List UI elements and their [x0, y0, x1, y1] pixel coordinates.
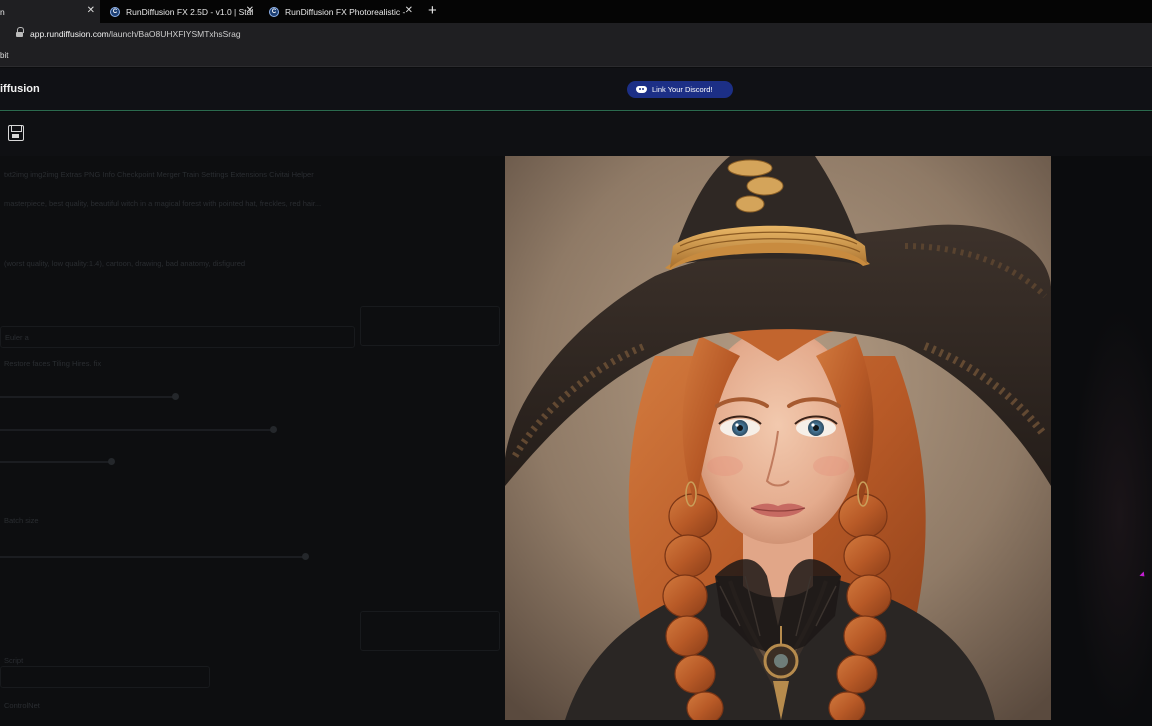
- address-bar[interactable]: app.rundiffusion.com/launch/BaO8UHXFIYSM…: [0, 23, 1152, 45]
- slider-knob: [108, 458, 115, 465]
- slider-knob: [172, 393, 179, 400]
- witch-portrait-image: [505, 156, 1051, 720]
- favicon-icon: C: [110, 6, 120, 17]
- dimmed-right-region: [1051, 156, 1152, 726]
- link-discord-button[interactable]: Link Your Discord!: [627, 81, 733, 98]
- favicon-icon: C: [269, 6, 279, 17]
- app-header: iffusion Link Your Discord!: [0, 68, 1152, 111]
- browser-tabstrip: n ✕ C RunDiffusion FX 2.5D - v1.0 | Stal…: [0, 0, 1152, 23]
- dimmed-script-label: Script: [4, 656, 24, 665]
- dimmed-settings-panel: txt2img img2img Extras PNG Info Checkpoi…: [0, 156, 505, 720]
- dimmed-negative-prompt: (worst quality, low quality:1.4), cartoo…: [4, 259, 246, 268]
- image-viewer-toolbar: [0, 112, 1152, 156]
- url-text[interactable]: app.rundiffusion.com/launch/BaO8UHXFIYSM…: [30, 29, 241, 39]
- tab-title: RunDiffusion FX Photorealistic -: [285, 6, 406, 17]
- slider-knob: [270, 426, 277, 433]
- close-icon[interactable]: ✕: [405, 5, 413, 16]
- brand-logo-text[interactable]: iffusion: [0, 83, 40, 95]
- dimmed-slider: [0, 553, 309, 560]
- dimmed-slider: [0, 458, 115, 465]
- tab-title: n: [0, 6, 5, 17]
- dimmed-background-image: [1071, 306, 1152, 726]
- browser-tab-1[interactable]: C RunDiffusion FX 2.5D - v1.0 | Stal ✕: [102, 0, 259, 23]
- dimmed-script-select: [0, 666, 210, 688]
- dimmed-prompt: masterpiece, best quality, beautiful wit…: [4, 199, 322, 208]
- dimmed-slider: [0, 426, 277, 433]
- dimmed-controlnet-label: ControlNet: [4, 701, 40, 710]
- bookmarks-bar: bit: [0, 45, 1152, 67]
- dimmed-side-box: [360, 611, 500, 651]
- close-icon[interactable]: ✕: [87, 5, 95, 16]
- generated-image-preview[interactable]: [505, 156, 1051, 720]
- plus-icon[interactable]: +: [428, 2, 437, 19]
- bookmark-item[interactable]: bit: [0, 51, 8, 60]
- url-path: /launch/BaO8UHXFIYSMTxhsSrag: [108, 29, 241, 39]
- dimmed-side-box: [360, 306, 500, 346]
- browser-tab-2[interactable]: C RunDiffusion FX Photorealistic - ✕: [261, 0, 418, 23]
- dimmed-checkbox-row: Restore faces Tiling Hires. fix: [4, 359, 102, 368]
- close-icon[interactable]: ✕: [246, 5, 254, 16]
- dimmed-tabs-row: txt2img img2img Extras PNG Info Checkpoi…: [4, 170, 314, 179]
- url-host: app.rundiffusion.com: [30, 29, 109, 39]
- discord-icon: [636, 86, 647, 93]
- link-discord-label: Link Your Discord!: [652, 85, 713, 94]
- dimmed-sampler-value: Euler a: [5, 333, 29, 342]
- browser-tab-0[interactable]: n ✕: [0, 0, 100, 23]
- dimmed-slider: [0, 393, 179, 400]
- slider-knob: [302, 553, 309, 560]
- dimmed-batch-label: Batch size: [4, 516, 39, 525]
- dimmed-sampler-select: Euler a: [0, 326, 355, 348]
- save-icon[interactable]: [8, 125, 24, 141]
- tab-title: RunDiffusion FX 2.5D - v1.0 | Stal: [126, 6, 254, 17]
- lock-icon: [16, 27, 24, 38]
